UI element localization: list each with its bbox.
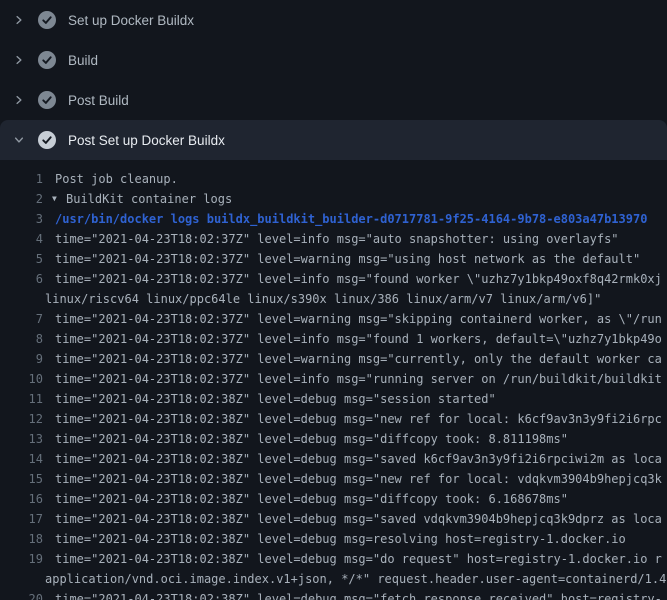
- log-text: time="2021-04-23T18:02:38Z" level=debug …: [43, 509, 662, 529]
- log-area: 1 Post job cleanup. 2 ▼BuildKit containe…: [0, 160, 667, 600]
- log-text: application/vnd.oci.image.index.v1+json,…: [43, 569, 666, 589]
- check-circle-icon: [38, 91, 56, 109]
- log-row: 19 time="2021-04-23T18:02:38Z" level=deb…: [0, 549, 667, 569]
- chevron-right-icon[interactable]: [12, 13, 26, 27]
- line-number[interactable]: 6: [0, 269, 43, 289]
- log-text: linux/riscv64 linux/ppc64le linux/s390x …: [43, 289, 601, 309]
- log-text: time="2021-04-23T18:02:38Z" level=debug …: [43, 589, 662, 600]
- steps-list: Set up Docker Buildx Build Post Build: [0, 0, 667, 160]
- log-text: /usr/bin/docker logs buildx_buildkit_bui…: [43, 209, 647, 229]
- line-number[interactable]: 14: [0, 449, 43, 469]
- step-row[interactable]: Post Build: [0, 80, 667, 120]
- line-number[interactable]: 5: [0, 249, 43, 269]
- step-label: Post Build: [68, 93, 129, 108]
- group-label: BuildKit container logs: [66, 189, 232, 209]
- chevron-right-icon[interactable]: [12, 93, 26, 107]
- log-row: 4 time="2021-04-23T18:02:37Z" level=info…: [0, 229, 667, 249]
- log-text: time="2021-04-23T18:02:38Z" level=debug …: [43, 469, 662, 489]
- line-number[interactable]: 4: [0, 229, 43, 249]
- line-number[interactable]: 18: [0, 529, 43, 549]
- line-number[interactable]: 17: [0, 509, 43, 529]
- line-number: [0, 569, 43, 589]
- check-circle-icon: [38, 131, 56, 149]
- log-text: time="2021-04-23T18:02:37Z" level=warnin…: [43, 309, 662, 329]
- log-text: time="2021-04-23T18:02:37Z" level=warnin…: [43, 349, 662, 369]
- actions-log-viewer: Set up Docker Buildx Build Post Build: [0, 0, 667, 600]
- line-number[interactable]: 13: [0, 429, 43, 449]
- log-text: time="2021-04-23T18:02:37Z" level=info m…: [43, 229, 619, 249]
- line-number[interactable]: 10: [0, 369, 43, 389]
- log-row: 17 time="2021-04-23T18:02:38Z" level=deb…: [0, 509, 667, 529]
- log-text: time="2021-04-23T18:02:37Z" level=info m…: [43, 269, 662, 289]
- line-number[interactable]: 7: [0, 309, 43, 329]
- check-circle-icon: [38, 51, 56, 69]
- check-circle-icon: [38, 11, 56, 29]
- step-label: Post Set up Docker Buildx: [68, 133, 225, 148]
- log-row: 12 time="2021-04-23T18:02:38Z" level=deb…: [0, 409, 667, 429]
- log-row: 10 time="2021-04-23T18:02:37Z" level=inf…: [0, 369, 667, 389]
- log-row: 9 time="2021-04-23T18:02:37Z" level=warn…: [0, 349, 667, 369]
- step-label: Set up Docker Buildx: [68, 13, 194, 28]
- log-text: time="2021-04-23T18:02:37Z" level=warnin…: [43, 249, 640, 269]
- log-row: 11 time="2021-04-23T18:02:38Z" level=deb…: [0, 389, 667, 409]
- line-number[interactable]: 8: [0, 329, 43, 349]
- step-row[interactable]: Build: [0, 40, 667, 80]
- log-row: 14 time="2021-04-23T18:02:38Z" level=deb…: [0, 449, 667, 469]
- log-row: 18 time="2021-04-23T18:02:38Z" level=deb…: [0, 529, 667, 549]
- log-text: time="2021-04-23T18:02:38Z" level=debug …: [43, 429, 568, 449]
- line-number[interactable]: 12: [0, 409, 43, 429]
- group-toggle-icon[interactable]: ▼: [52, 189, 61, 209]
- log-row: linux/riscv64 linux/ppc64le linux/s390x …: [0, 289, 667, 309]
- log-text[interactable]: ▼BuildKit container logs: [43, 189, 232, 209]
- chevron-down-icon[interactable]: [12, 133, 26, 147]
- log-row: 1 Post job cleanup.: [0, 169, 667, 189]
- log-text: Post job cleanup.: [43, 169, 178, 189]
- log-row: 13 time="2021-04-23T18:02:38Z" level=deb…: [0, 429, 667, 449]
- chevron-right-icon[interactable]: [12, 53, 26, 67]
- line-number[interactable]: 19: [0, 549, 43, 569]
- log-row: 5 time="2021-04-23T18:02:37Z" level=warn…: [0, 249, 667, 269]
- log-row: 2 ▼BuildKit container logs: [0, 189, 667, 209]
- log-text: time="2021-04-23T18:02:38Z" level=debug …: [43, 409, 662, 429]
- log-text: time="2021-04-23T18:02:37Z" level=info m…: [43, 329, 662, 349]
- line-number[interactable]: 9: [0, 349, 43, 369]
- log-row: 3 /usr/bin/docker logs buildx_buildkit_b…: [0, 209, 667, 229]
- log-text: time="2021-04-23T18:02:38Z" level=debug …: [43, 449, 662, 469]
- line-number[interactable]: 16: [0, 489, 43, 509]
- log-text: time="2021-04-23T18:02:38Z" level=debug …: [43, 549, 662, 569]
- log-row: 20 time="2021-04-23T18:02:38Z" level=deb…: [0, 589, 667, 600]
- log-row: 6 time="2021-04-23T18:02:37Z" level=info…: [0, 269, 667, 289]
- log-text: time="2021-04-23T18:02:38Z" level=debug …: [43, 529, 626, 549]
- step-row[interactable]: Post Set up Docker Buildx: [0, 120, 667, 160]
- log-row: 8 time="2021-04-23T18:02:37Z" level=info…: [0, 329, 667, 349]
- step-row[interactable]: Set up Docker Buildx: [0, 0, 667, 40]
- line-number: [0, 289, 43, 309]
- line-number[interactable]: 11: [0, 389, 43, 409]
- log-text: time="2021-04-23T18:02:37Z" level=info m…: [43, 369, 662, 389]
- line-number[interactable]: 1: [0, 169, 43, 189]
- line-number[interactable]: 15: [0, 469, 43, 489]
- log-row: 16 time="2021-04-23T18:02:38Z" level=deb…: [0, 489, 667, 509]
- line-number[interactable]: 2: [0, 189, 43, 209]
- log-text: time="2021-04-23T18:02:38Z" level=debug …: [43, 489, 568, 509]
- log-text: time="2021-04-23T18:02:38Z" level=debug …: [43, 389, 496, 409]
- line-number[interactable]: 3: [0, 209, 43, 229]
- step-label: Build: [68, 53, 98, 68]
- line-number[interactable]: 20: [0, 589, 43, 600]
- log-row: 7 time="2021-04-23T18:02:37Z" level=warn…: [0, 309, 667, 329]
- log-row: 15 time="2021-04-23T18:02:38Z" level=deb…: [0, 469, 667, 489]
- log-row: application/vnd.oci.image.index.v1+json,…: [0, 569, 667, 589]
